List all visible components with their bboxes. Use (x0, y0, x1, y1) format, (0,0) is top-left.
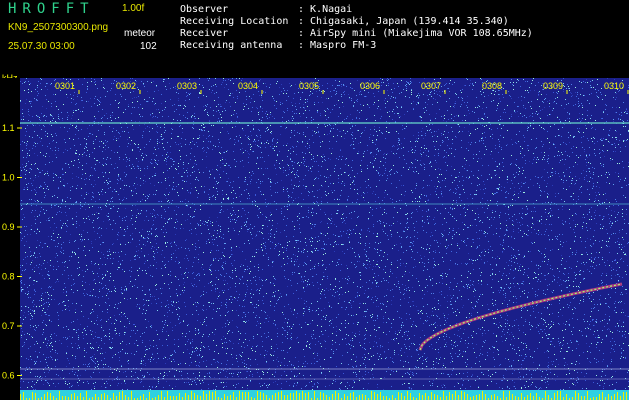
baseline-fill (20, 390, 629, 400)
y-tick-label: 0.8 (2, 272, 15, 282)
y-tick-label: 1.0 (2, 173, 15, 183)
datetime-label: 25.07.30 03:00 (8, 41, 75, 52)
info-value: : AirSpy mini (Miakejima VOR 108.65MHz) (298, 28, 533, 39)
info-row-location: Receiving Location : Chigasaki, Japan (13… (180, 16, 509, 27)
x-tick-label: 0307 (421, 81, 441, 91)
x-tick-label: 0306 (360, 81, 380, 91)
info-label: Observer (180, 4, 229, 15)
info-label: Receiving antenna (180, 40, 283, 51)
y-tick-label: 0.7 (2, 321, 15, 331)
spectrogram: 0301 0302 0303 0304 0305 0306 0307 0308 0309 0310… (0, 78, 629, 400)
info-row-receiver: Receiver : AirSpy mini (Miakejima VOR 108… (180, 28, 533, 39)
baseline-bar (20, 390, 629, 400)
info-row-antenna: Receiving antenna : Maspro FM-3 (180, 40, 376, 51)
x-tick-label: 0309 (543, 81, 563, 91)
info-label: Receiving Location (180, 16, 289, 27)
version-label: 1.00f (122, 3, 145, 14)
info-row-observer: Observer : K.Nagai (180, 4, 352, 15)
info-value: : Chigasaki, Japan (139.414 35.340) (298, 16, 509, 27)
x-tick-label: 0302 (116, 81, 136, 91)
x-tick-label: 0303 (177, 81, 197, 91)
x-tick-label: 0305 (299, 81, 319, 91)
info-value: : Maspro FM-3 (298, 40, 377, 51)
info-label: Receiver (180, 28, 229, 39)
x-tick-label: 0301 (55, 81, 75, 91)
y-tick-label: 1.1 (2, 123, 15, 133)
x-tick-label: 0308 (482, 81, 502, 91)
mode-label: meteor (124, 28, 156, 39)
app-title: HROFFT (8, 1, 95, 17)
x-tick-label: 0310 (604, 81, 624, 91)
filename-label: KN9_2507300300.png (8, 22, 109, 33)
info-value: : K.Nagai (298, 4, 353, 15)
y-tick-label: 0.9 (2, 222, 15, 232)
count-label: 102 (140, 41, 157, 52)
y-tick-label: 0.6 (2, 371, 15, 381)
hrofft-window: HROFFT 1.00f KN9_2507300300.png meteor 2… (0, 0, 629, 400)
x-tick-label: 0304 (238, 81, 258, 91)
